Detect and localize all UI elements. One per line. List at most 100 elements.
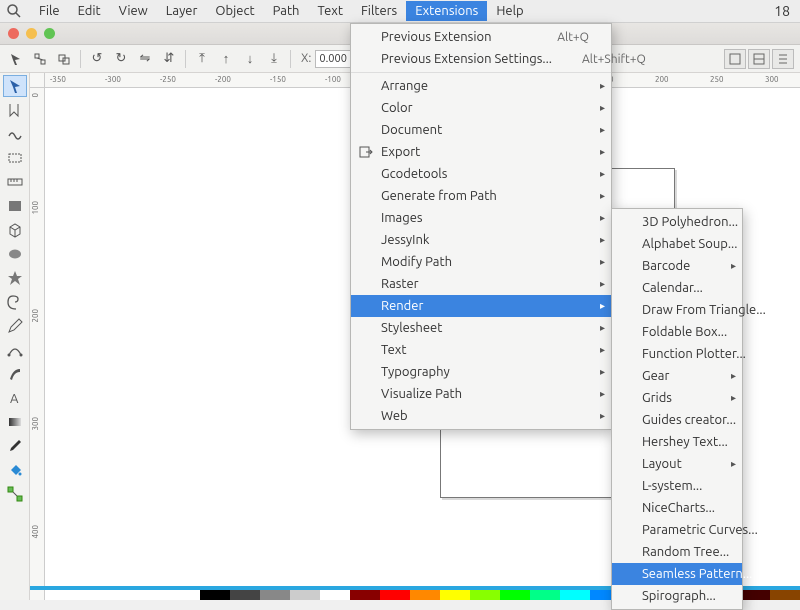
swatch[interactable] [260,590,290,600]
menu-item-spirograph[interactable]: Spirograph... [612,585,742,607]
node-tool[interactable] [3,99,27,121]
menu-help[interactable]: Help [487,1,532,21]
swatch[interactable] [560,590,590,600]
menu-item-visualize-path[interactable]: Visualize Path▸ [351,383,611,405]
maximize-button[interactable] [44,28,55,39]
menu-item-barcode[interactable]: Barcode▸ [612,255,742,277]
rotate-ccw-icon[interactable]: ↺ [87,49,107,69]
menu-text[interactable]: Text [308,1,351,21]
minimize-button[interactable] [26,28,37,39]
node-icon[interactable] [30,49,50,69]
separator [351,72,611,73]
close-button[interactable] [8,28,19,39]
menu-view[interactable]: View [110,1,157,21]
menu-item-nicecharts[interactable]: NiceCharts... [612,497,742,519]
spiral-tool[interactable] [3,291,27,313]
raise-top-icon[interactable]: ⤒ [192,49,212,69]
menu-item-l-system[interactable]: L-system... [612,475,742,497]
menu-object[interactable]: Object [206,1,263,21]
swatch[interactable] [440,590,470,600]
menu-item-typography[interactable]: Typography▸ [351,361,611,383]
swatch[interactable] [530,590,560,600]
swatch[interactable] [200,590,230,600]
tweak-tool[interactable] [3,123,27,145]
menu-item-generate-from-path[interactable]: Generate from Path▸ [351,185,611,207]
menu-item-jessyink[interactable]: JessyInk▸ [351,229,611,251]
menu-item-text[interactable]: Text▸ [351,339,611,361]
menu-item-color[interactable]: Color▸ [351,97,611,119]
snap-toggle-1[interactable] [724,49,746,69]
ruler-corner [30,73,45,88]
menu-item-document[interactable]: Document▸ [351,119,611,141]
lower-icon[interactable]: ↓ [240,49,260,69]
zoom-tool[interactable] [3,147,27,169]
lower-bottom-icon[interactable]: ⤓ [264,49,284,69]
menu-item-3d-polyhedron[interactable]: 3D Polyhedron... [612,211,742,233]
menu-item-hershey-text[interactable]: Hershey Text... [612,431,742,453]
menu-item-images[interactable]: Images▸ [351,207,611,229]
menu-item-export[interactable]: Export▸ [351,141,611,163]
ellipse-tool[interactable] [3,243,27,265]
connector-tool[interactable] [3,483,27,505]
menu-item-guides-creator[interactable]: Guides creator... [612,409,742,431]
selector-tool[interactable] [3,75,27,97]
menu-item-layout[interactable]: Layout▸ [612,453,742,475]
arrow-icon[interactable] [6,49,26,69]
menu-item-previous-extension[interactable]: Previous ExtensionAlt+Q [351,26,611,48]
swatch[interactable] [470,590,500,600]
menu-item-modify-path[interactable]: Modify Path▸ [351,251,611,273]
menu-item-arrange[interactable]: Arrange▸ [351,75,611,97]
menu-item-previous-extension-settings[interactable]: Previous Extension Settings...Alt+Shift+… [351,48,611,70]
text-tool[interactable]: A [3,387,27,409]
edit-icon[interactable] [54,49,74,69]
menu-item-grids[interactable]: Grids▸ [612,387,742,409]
swatch[interactable] [500,590,530,600]
flip-v-icon[interactable]: ⇵ [159,49,179,69]
menu-item-draw-from-triangle[interactable]: Draw From Triangle... [612,299,742,321]
menu-item-alphabet-soup[interactable]: Alphabet Soup... [612,233,742,255]
swatch[interactable] [410,590,440,600]
menu-item-foldable-box[interactable]: Foldable Box... [612,321,742,343]
swatch[interactable] [230,590,260,600]
star-tool[interactable] [3,267,27,289]
menu-path[interactable]: Path [264,1,309,21]
menu-item-function-plotter[interactable]: Function Plotter... [612,343,742,365]
raise-icon[interactable]: ↑ [216,49,236,69]
menu-item-stylesheet[interactable]: Stylesheet▸ [351,317,611,339]
bezier-tool[interactable] [3,339,27,361]
pencil-tool[interactable] [3,315,27,337]
calligraphy-tool[interactable] [3,363,27,385]
rect-tool[interactable] [3,195,27,217]
menu-filters[interactable]: Filters [352,1,406,21]
paintbucket-tool[interactable] [3,459,27,481]
swatch[interactable] [740,590,770,600]
rotate-cw-icon[interactable]: ↻ [111,49,131,69]
snap-toggle-2[interactable] [748,49,770,69]
dropper-tool[interactable] [3,435,27,457]
menu-item-random-tree[interactable]: Random Tree... [612,541,742,563]
search-icon[interactable] [6,3,22,19]
menu-item-web[interactable]: Web▸ [351,405,611,427]
menu-item-gear[interactable]: Gear▸ [612,365,742,387]
swatch[interactable] [380,590,410,600]
menu-item-calendar[interactable]: Calendar... [612,277,742,299]
menu-item-render[interactable]: Render▸ [351,295,611,317]
gradient-tool[interactable] [3,411,27,433]
menu-item-raster[interactable]: Raster▸ [351,273,611,295]
menu-item-seamless-pattern[interactable]: Seamless Pattern... [612,563,742,585]
x-label: X: [301,52,311,65]
menu-edit[interactable]: Edit [69,1,110,21]
menu-item-gcodetools[interactable]: Gcodetools▸ [351,163,611,185]
3dbox-tool[interactable] [3,219,27,241]
flip-h-icon[interactable]: ⇋ [135,49,155,69]
swatch[interactable] [770,590,800,600]
menu-layer[interactable]: Layer [157,1,207,21]
swatch[interactable] [350,590,380,600]
menu-item-parametric-curves[interactable]: Parametric Curves... [612,519,742,541]
menu-file[interactable]: File [30,1,69,21]
menu-extensions[interactable]: Extensions [406,1,487,21]
measure-tool[interactable] [3,171,27,193]
swatch[interactable] [290,590,320,600]
swatch[interactable] [320,590,350,600]
snap-toggle-3[interactable] [772,49,794,69]
